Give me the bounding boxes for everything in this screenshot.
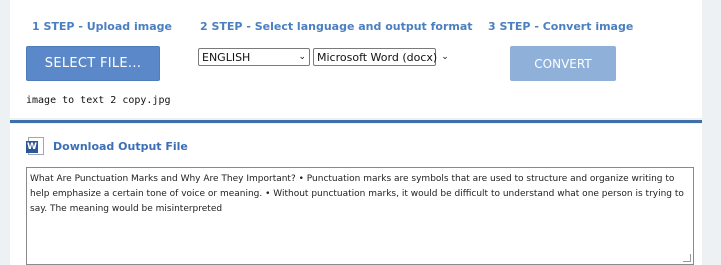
convert-button[interactable]: CONVERT: [510, 46, 616, 81]
output-format-select[interactable]: Microsoft Word (docx) ⌄: [313, 48, 449, 66]
uploaded-file-name: image to text 2 copy.jpg: [26, 95, 171, 106]
chevron-down-icon: ⌄: [441, 52, 449, 62]
output-text: What Are Punctuation Marks and Why Are T…: [30, 174, 684, 214]
resize-handle-icon[interactable]: [683, 254, 691, 262]
select-file-button[interactable]: SELECT FILE...: [26, 46, 160, 81]
word-document-icon: W: [26, 137, 44, 155]
step-3-heading: 3 STEP - Convert image: [488, 20, 634, 33]
download-output-label[interactable]: Download Output File: [53, 140, 188, 153]
output-textarea[interactable]: What Are Punctuation Marks and Why Are T…: [26, 167, 694, 265]
output-format-select-value: Microsoft Word (docx): [317, 50, 438, 64]
section-divider: [10, 120, 702, 123]
step-2-heading: 2 STEP - Select language and output form…: [200, 20, 473, 33]
language-select[interactable]: ENGLISH ⌄: [198, 48, 310, 66]
download-output-link[interactable]: W Download Output File: [26, 137, 188, 155]
language-select-value: ENGLISH: [202, 50, 251, 64]
chevron-down-icon: ⌄: [298, 52, 306, 62]
step-1-heading: 1 STEP - Upload image: [32, 20, 172, 33]
